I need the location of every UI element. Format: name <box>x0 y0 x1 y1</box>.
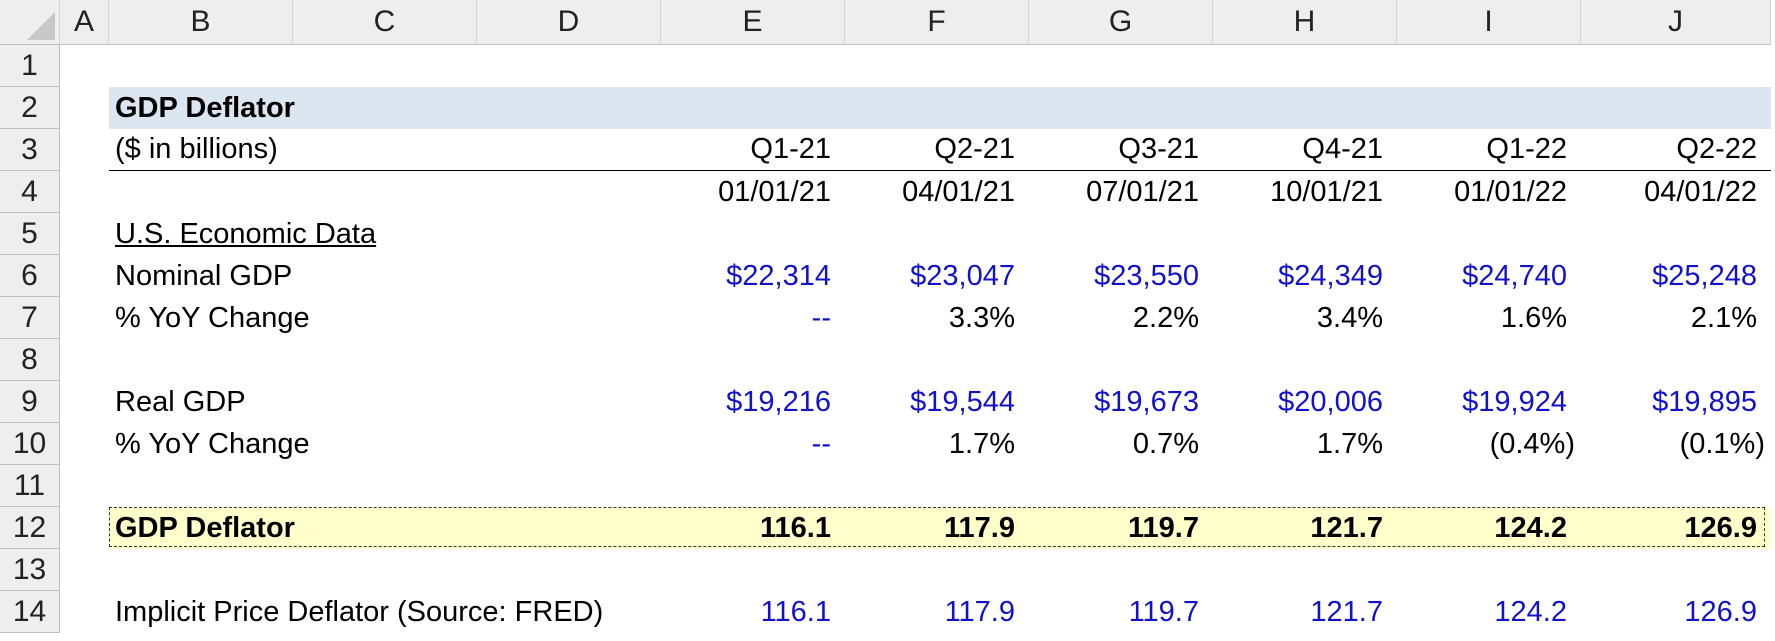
row-header-11[interactable]: 11 <box>0 465 60 507</box>
real-yoy-cell[interactable]: 0.7% <box>1029 423 1213 465</box>
nominal-gdp-cell[interactable]: $23,550 <box>1029 255 1213 297</box>
date-cell[interactable]: 07/01/21 <box>1029 171 1213 213</box>
row-header-2[interactable]: 2 <box>0 87 60 129</box>
gdp-deflator-cell[interactable]: 126.9 <box>1581 507 1771 549</box>
select-all-triangle-icon <box>27 12 55 40</box>
real-gdp-cell[interactable]: $19,924 <box>1397 381 1581 423</box>
real-gdp-cell[interactable]: $20,006 <box>1213 381 1397 423</box>
nominal-yoy-cell[interactable]: 2.1% <box>1581 297 1771 339</box>
implicit-deflator-label[interactable]: Implicit Price Deflator (Source: FRED) <box>109 591 661 633</box>
units-label[interactable]: ($ in billions) <box>109 129 661 171</box>
row-header-3[interactable]: 3 <box>0 129 60 171</box>
cell-a6[interactable] <box>60 255 109 297</box>
real-yoy-cell[interactable]: (0.4%) <box>1397 423 1581 465</box>
cell-a2[interactable] <box>60 87 109 129</box>
row-header-9[interactable]: 9 <box>0 381 60 423</box>
column-header-b[interactable]: B <box>109 0 293 45</box>
cell-a14[interactable] <box>60 591 109 633</box>
empty-row-13[interactable] <box>60 549 1771 591</box>
gdp-deflator-cell[interactable]: 119.7 <box>1029 507 1213 549</box>
select-all-corner[interactable] <box>0 0 60 45</box>
column-header-e[interactable]: E <box>661 0 845 45</box>
nominal-gdp-cell[interactable]: $24,740 <box>1397 255 1581 297</box>
column-header-g[interactable]: G <box>1029 0 1213 45</box>
row-header-1[interactable]: 1 <box>0 45 60 87</box>
real-gdp-label[interactable]: Real GDP <box>109 381 661 423</box>
real-yoy-cell[interactable]: -- <box>661 423 845 465</box>
date-cell[interactable]: 01/01/22 <box>1397 171 1581 213</box>
nominal-yoy-cell[interactable]: -- <box>661 297 845 339</box>
real-yoy-label[interactable]: % YoY Change <box>109 423 661 465</box>
nominal-gdp-cell[interactable]: $22,314 <box>661 255 845 297</box>
period-q3-21[interactable]: Q3-21 <box>1029 129 1213 171</box>
nominal-gdp-cell[interactable]: $25,248 <box>1581 255 1771 297</box>
column-header-j[interactable]: J <box>1581 0 1771 45</box>
empty-cells-row-4[interactable] <box>60 171 661 213</box>
empty-row-1[interactable] <box>60 45 1771 87</box>
period-q1-21[interactable]: Q1-21 <box>661 129 845 171</box>
section-label[interactable]: U.S. Economic Data <box>109 213 1771 255</box>
cell-a9[interactable] <box>60 381 109 423</box>
gdp-deflator-label[interactable]: GDP Deflator <box>109 507 661 549</box>
row-header-8[interactable]: 8 <box>0 339 60 381</box>
row-header-14[interactable]: 14 <box>0 591 60 633</box>
empty-row-11[interactable] <box>60 465 1771 507</box>
nominal-gdp-cell[interactable]: $24,349 <box>1213 255 1397 297</box>
date-cell[interactable]: 10/01/21 <box>1213 171 1397 213</box>
real-gdp-cell[interactable]: $19,544 <box>845 381 1029 423</box>
cell-a12[interactable] <box>60 507 109 549</box>
implicit-deflator-cell[interactable]: 116.1 <box>661 591 845 633</box>
nominal-yoy-label[interactable]: % YoY Change <box>109 297 661 339</box>
date-cell[interactable]: 01/01/21 <box>661 171 845 213</box>
cell-a5[interactable] <box>60 213 109 255</box>
nominal-yoy-cell[interactable]: 3.3% <box>845 297 1029 339</box>
gdp-deflator-cell[interactable]: 117.9 <box>845 507 1029 549</box>
real-yoy-cell[interactable]: 1.7% <box>1213 423 1397 465</box>
real-yoy-cell[interactable]: (0.1%) <box>1581 423 1771 465</box>
date-cell[interactable]: 04/01/21 <box>845 171 1029 213</box>
column-header-h[interactable]: H <box>1213 0 1397 45</box>
spreadsheet-grid: A B C D E F G H I J 1 2 GDP Deflator 3 (… <box>0 0 1775 641</box>
sheet-title[interactable]: GDP Deflator <box>109 87 1771 129</box>
real-gdp-cell[interactable]: $19,216 <box>661 381 845 423</box>
nominal-yoy-cell[interactable]: 2.2% <box>1029 297 1213 339</box>
nominal-gdp-cell[interactable]: $23,047 <box>845 255 1029 297</box>
implicit-deflator-cell[interactable]: 121.7 <box>1213 591 1397 633</box>
nominal-gdp-label[interactable]: Nominal GDP <box>109 255 661 297</box>
nominal-yoy-cell[interactable]: 3.4% <box>1213 297 1397 339</box>
gdp-deflator-cell[interactable]: 124.2 <box>1397 507 1581 549</box>
empty-row-8[interactable] <box>60 339 1771 381</box>
date-cell[interactable]: 04/01/22 <box>1581 171 1771 213</box>
period-q4-21[interactable]: Q4-21 <box>1213 129 1397 171</box>
column-header-d[interactable]: D <box>477 0 661 45</box>
cell-a7[interactable] <box>60 297 109 339</box>
gdp-deflator-cell[interactable]: 121.7 <box>1213 507 1397 549</box>
implicit-deflator-cell[interactable]: 126.9 <box>1581 591 1771 633</box>
cell-a10[interactable] <box>60 423 109 465</box>
implicit-deflator-cell[interactable]: 124.2 <box>1397 591 1581 633</box>
row-header-7[interactable]: 7 <box>0 297 60 339</box>
column-header-a[interactable]: A <box>60 0 109 45</box>
nominal-yoy-cell[interactable]: 1.6% <box>1397 297 1581 339</box>
cell-a3[interactable] <box>60 129 109 171</box>
row-header-5[interactable]: 5 <box>0 213 60 255</box>
column-header-i[interactable]: I <box>1397 0 1581 45</box>
period-q1-22[interactable]: Q1-22 <box>1397 129 1581 171</box>
implicit-deflator-cell[interactable]: 117.9 <box>845 591 1029 633</box>
real-gdp-cell[interactable]: $19,895 <box>1581 381 1771 423</box>
column-header-f[interactable]: F <box>845 0 1029 45</box>
row-header-4[interactable]: 4 <box>0 171 60 213</box>
row-header-10[interactable]: 10 <box>0 423 60 465</box>
implicit-deflator-cell[interactable]: 119.7 <box>1029 591 1213 633</box>
row-header-6[interactable]: 6 <box>0 255 60 297</box>
gdp-deflator-cell[interactable]: 116.1 <box>661 507 845 549</box>
column-header-c[interactable]: C <box>293 0 477 45</box>
period-q2-22[interactable]: Q2-22 <box>1581 129 1771 171</box>
real-yoy-cell[interactable]: 1.7% <box>845 423 1029 465</box>
row-header-13[interactable]: 13 <box>0 549 60 591</box>
row-header-12[interactable]: 12 <box>0 507 60 549</box>
period-q2-21[interactable]: Q2-21 <box>845 129 1029 171</box>
real-gdp-cell[interactable]: $19,673 <box>1029 381 1213 423</box>
